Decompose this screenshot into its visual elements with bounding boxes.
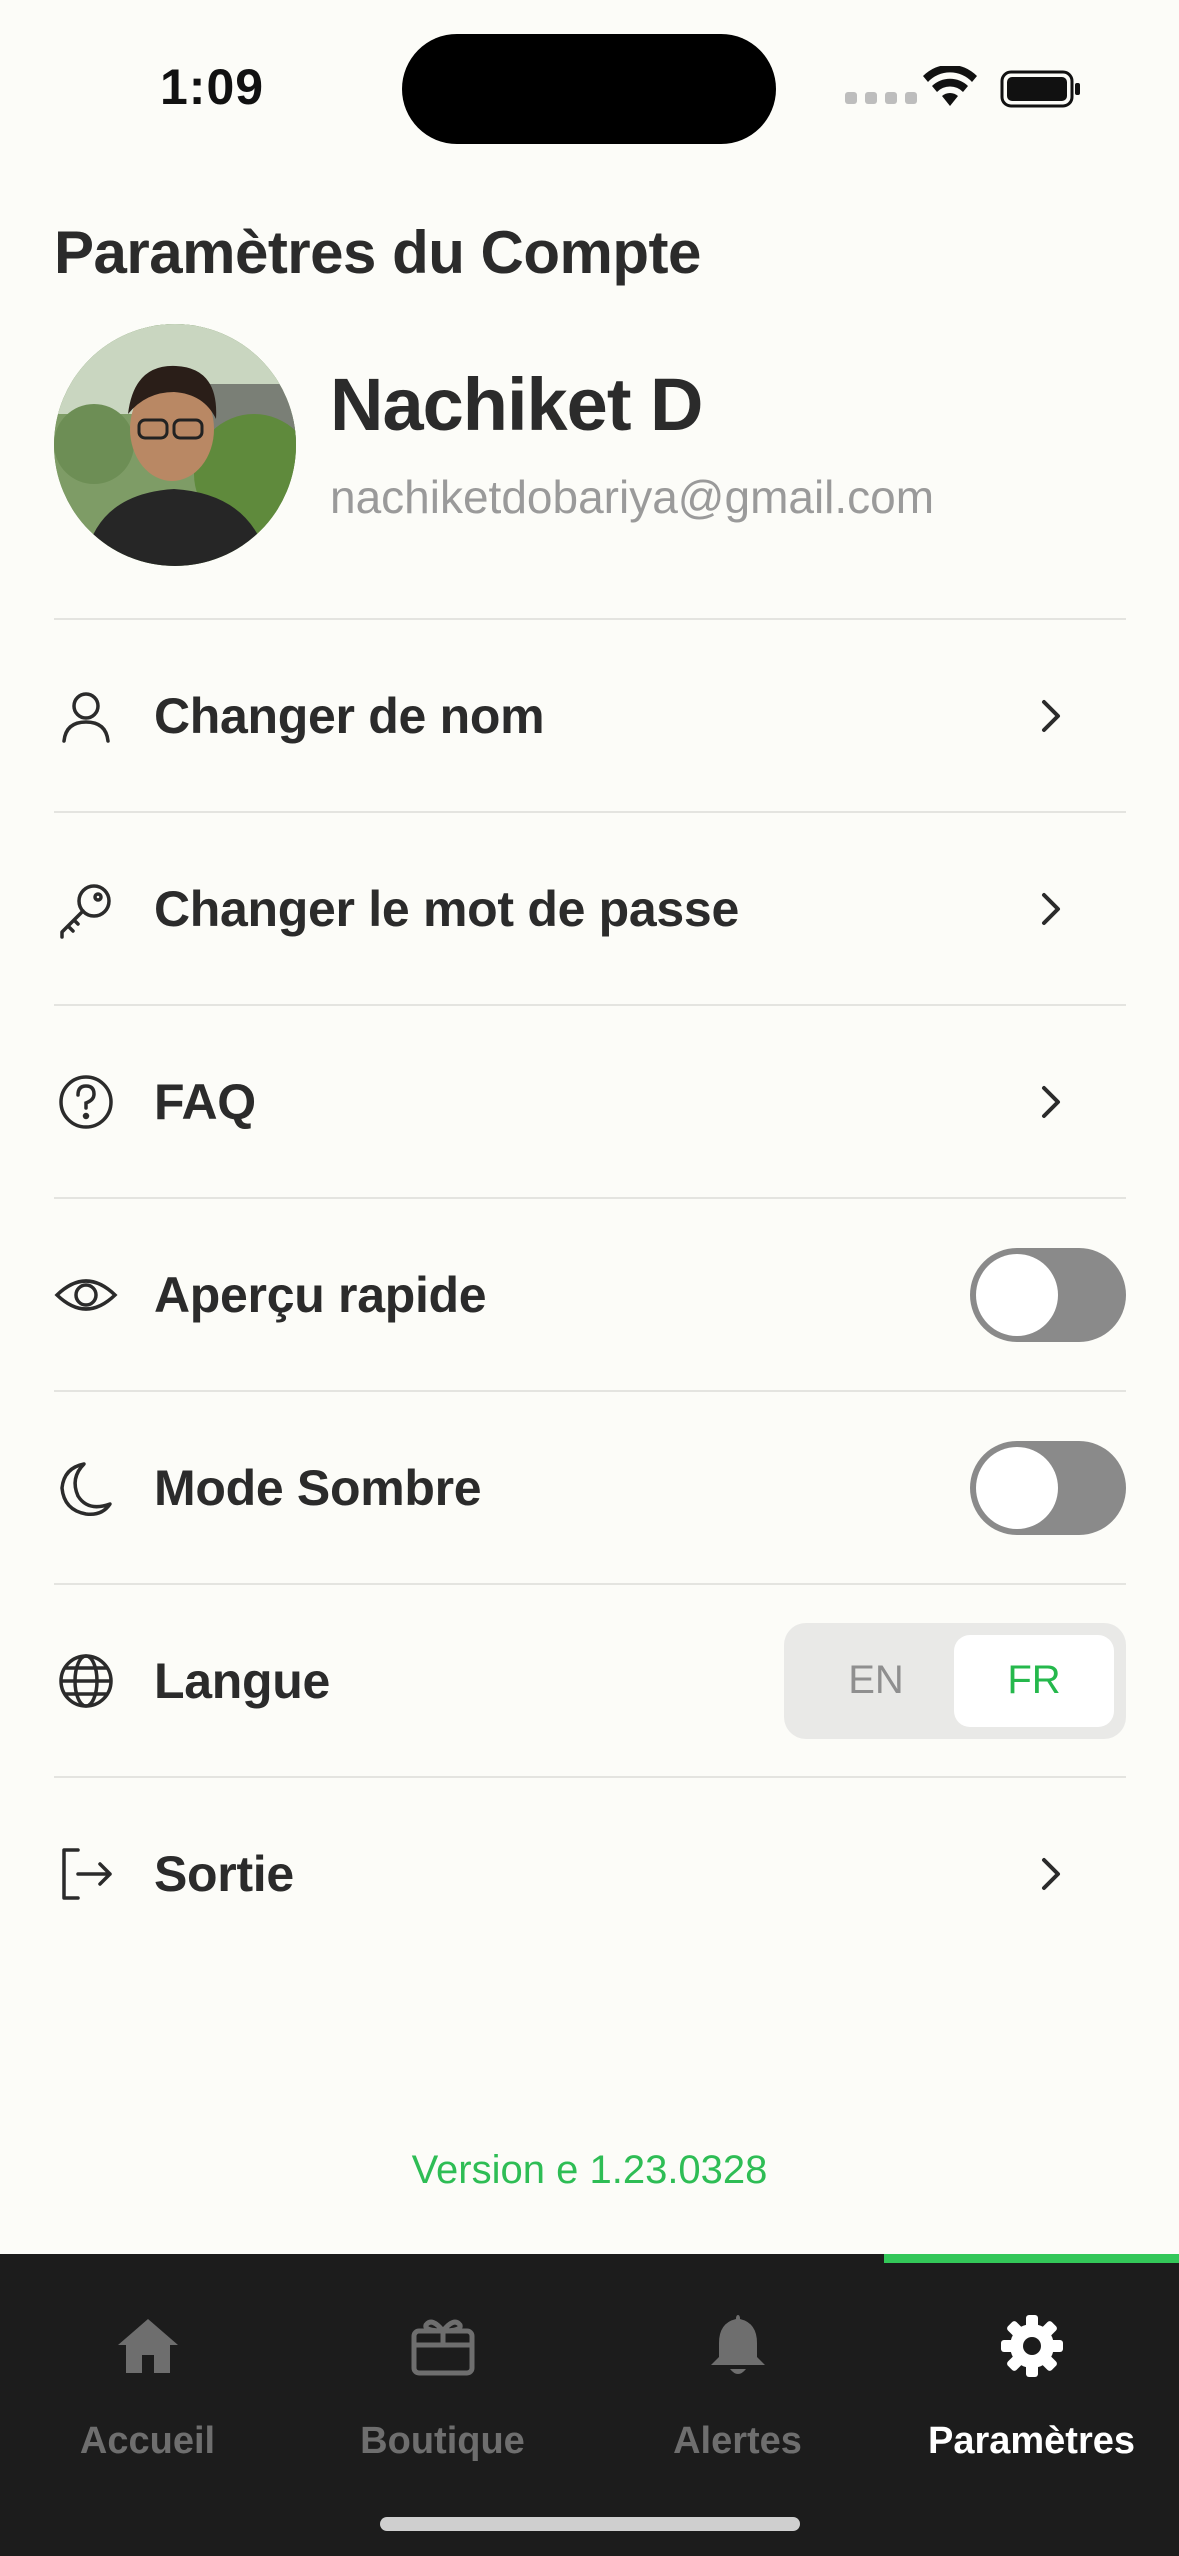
shop-icon bbox=[295, 2306, 590, 2386]
status-bar: 1:09 bbox=[0, 0, 1179, 160]
home-icon bbox=[0, 2306, 295, 2386]
chevron-right-icon bbox=[1042, 892, 1060, 925]
menu-item-language: Langue EN FR bbox=[54, 1583, 1126, 1776]
tab-settings[interactable]: Paramètres bbox=[884, 2306, 1179, 2463]
settings-menu: Changer de nom Changer le mot de passe F… bbox=[54, 618, 1126, 1969]
eye-icon bbox=[54, 1263, 118, 1327]
quick-preview-toggle[interactable] bbox=[970, 1247, 1126, 1342]
bell-icon bbox=[590, 2306, 885, 2386]
dynamic-island bbox=[402, 34, 776, 144]
home-indicator[interactable] bbox=[380, 2517, 800, 2531]
chevron-right-icon bbox=[1042, 1085, 1060, 1118]
menu-item-label: Changer de nom bbox=[154, 687, 545, 744]
menu-item-quick-preview: Aperçu rapide bbox=[54, 1197, 1126, 1390]
chevron-right-icon bbox=[1042, 699, 1060, 732]
version-label: Version e 1.23.0328 bbox=[411, 2148, 768, 2192]
tab-label: Accueil bbox=[79, 2420, 216, 2462]
profile-email: nachiketdobariya@gmail.com bbox=[330, 471, 935, 523]
tab-bar: Accueil Boutique Alertes Paramètres bbox=[0, 2254, 1179, 2556]
tab-alerts[interactable]: Alertes bbox=[590, 2306, 885, 2463]
language-option-en[interactable]: EN bbox=[796, 1635, 956, 1727]
menu-item-change-password[interactable]: Changer le mot de passe bbox=[54, 811, 1126, 1004]
profile-name: Nachiket D bbox=[330, 363, 703, 446]
battery-icon bbox=[1000, 70, 1080, 108]
wifi-icon bbox=[923, 66, 977, 106]
menu-item-label: Langue bbox=[154, 1652, 330, 1709]
tab-label: Boutique bbox=[360, 2420, 525, 2462]
globe-icon bbox=[54, 1649, 118, 1713]
menu-item-change-name[interactable]: Changer de nom bbox=[54, 618, 1126, 811]
signal-icon bbox=[845, 92, 917, 104]
tab-home[interactable]: Accueil bbox=[0, 2306, 295, 2463]
tab-label: Paramètres bbox=[927, 2420, 1136, 2462]
tab-shop[interactable]: Boutique bbox=[295, 2306, 590, 2463]
logout-icon bbox=[54, 1842, 118, 1906]
menu-item-label: Mode Sombre bbox=[154, 1459, 482, 1516]
menu-item-faq[interactable]: FAQ bbox=[54, 1004, 1126, 1197]
help-circle-icon bbox=[54, 1070, 118, 1134]
menu-item-dark-mode: Mode Sombre bbox=[54, 1390, 1126, 1583]
menu-item-label: Changer le mot de passe bbox=[154, 880, 739, 937]
avatar[interactable] bbox=[54, 324, 296, 566]
page-title: Paramètres du Compte bbox=[54, 219, 701, 286]
dark-mode-toggle[interactable] bbox=[970, 1440, 1126, 1535]
language-segmented-control: EN FR bbox=[784, 1622, 1126, 1739]
gear-icon bbox=[884, 2306, 1179, 2386]
menu-item-label: FAQ bbox=[154, 1073, 256, 1130]
menu-item-logout[interactable]: Sortie bbox=[54, 1776, 1126, 1969]
key-icon bbox=[54, 877, 118, 941]
tab-label: Alertes bbox=[673, 2420, 802, 2462]
active-tab-indicator bbox=[884, 2254, 1179, 2263]
menu-item-label: Sortie bbox=[154, 1845, 294, 1902]
status-time: 1:09 bbox=[160, 59, 265, 115]
language-option-fr[interactable]: FR bbox=[954, 1634, 1114, 1727]
user-icon bbox=[54, 684, 118, 748]
menu-item-label: Aperçu rapide bbox=[154, 1266, 487, 1323]
chevron-right-icon bbox=[1042, 1857, 1060, 1890]
moon-icon bbox=[54, 1456, 118, 1520]
